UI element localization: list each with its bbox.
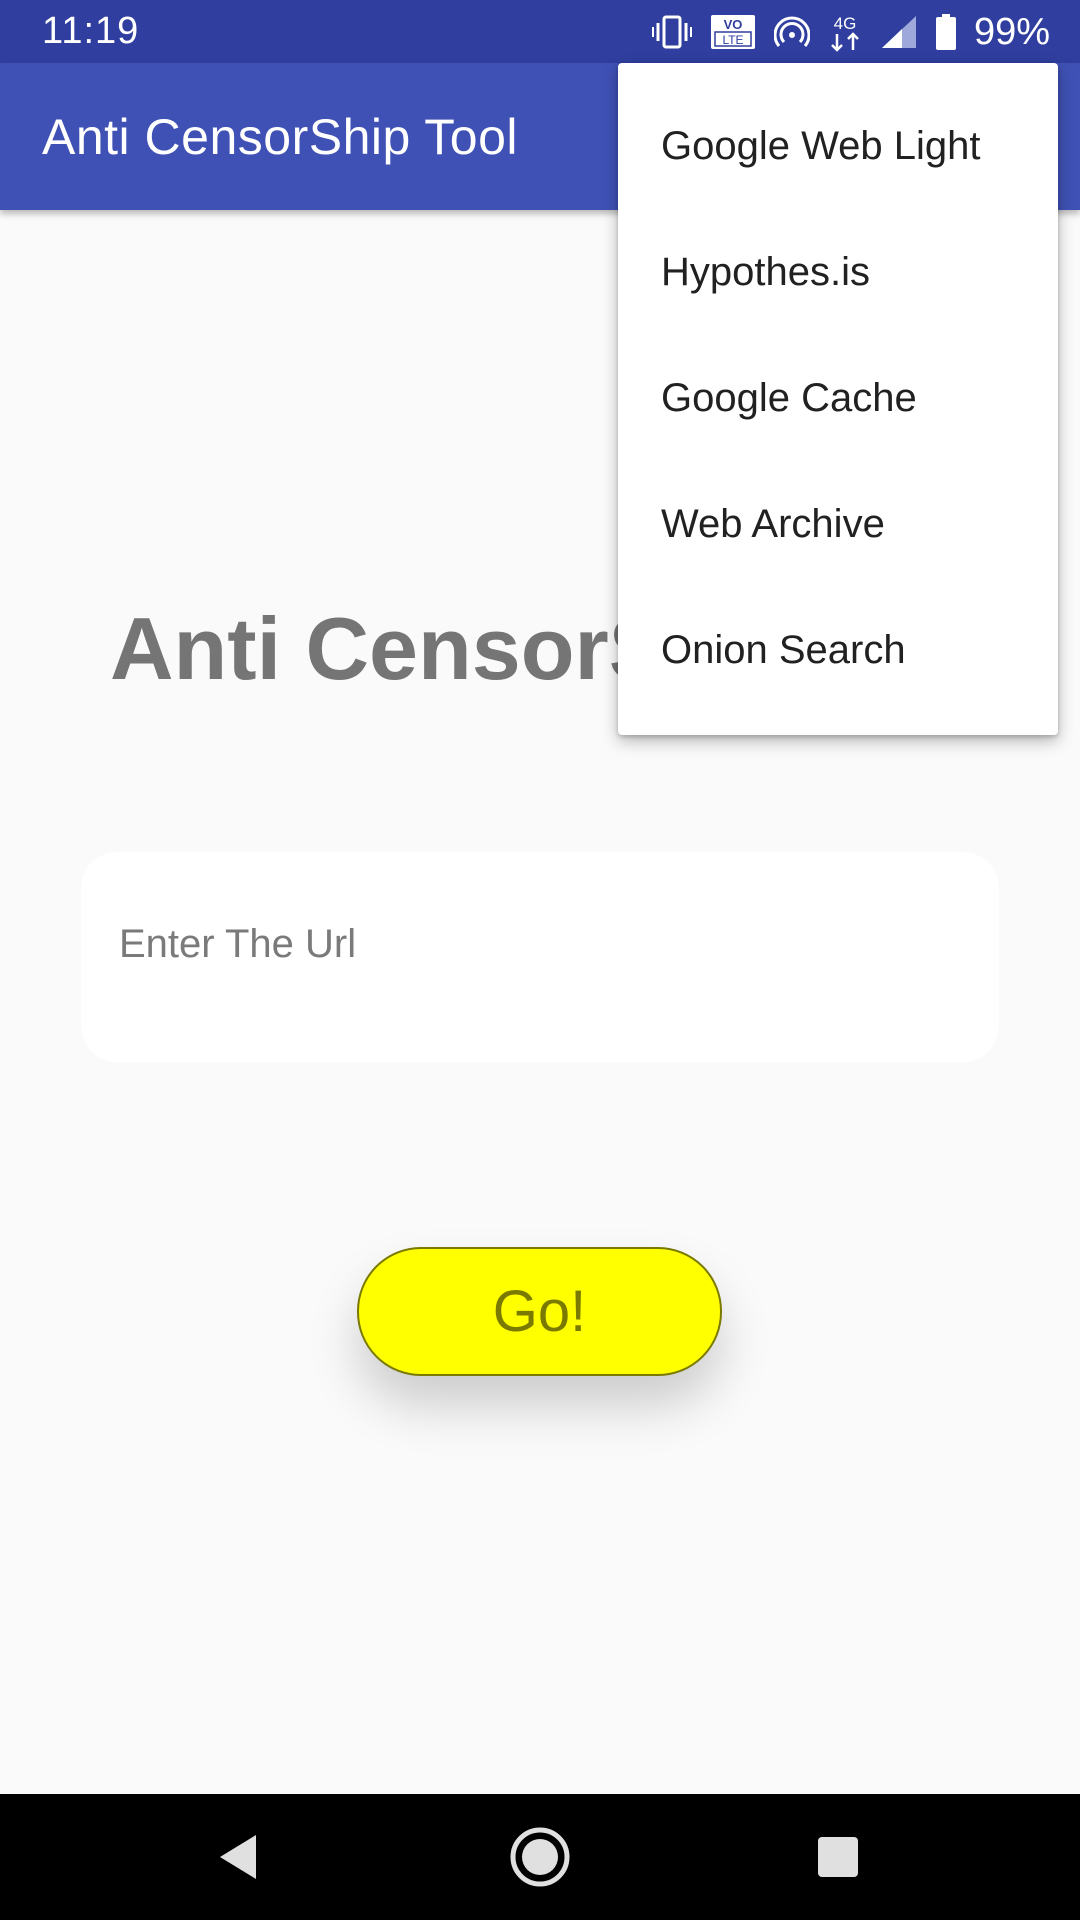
recents-button[interactable] bbox=[778, 1794, 898, 1920]
overflow-menu: Google Web Light Hypothes.is Google Cach… bbox=[618, 63, 1058, 735]
vibrate-icon bbox=[651, 15, 692, 49]
network-4g-icon: 4G bbox=[828, 12, 862, 52]
svg-text:VO: VO bbox=[724, 17, 743, 32]
home-icon bbox=[510, 1827, 570, 1887]
svg-text:LTE: LTE bbox=[722, 33, 743, 47]
signal-icon bbox=[880, 14, 918, 50]
status-bar: 11:19 VO LTE 4G 99% bbox=[0, 0, 1080, 63]
go-button-label: Go! bbox=[492, 1279, 587, 1344]
hotspot-icon bbox=[773, 15, 810, 49]
menu-item-google-cache[interactable]: Google Cache bbox=[618, 335, 1058, 461]
menu-item-hypothesis[interactable]: Hypothes.is bbox=[618, 209, 1058, 335]
battery-icon bbox=[935, 14, 956, 50]
go-button[interactable]: Go! bbox=[357, 1247, 722, 1376]
menu-item-google-web-light[interactable]: Google Web Light bbox=[618, 83, 1058, 209]
url-input-card bbox=[81, 852, 999, 1062]
menu-item-onion-search[interactable]: Onion Search bbox=[618, 587, 1058, 713]
menu-item-web-archive[interactable]: Web Archive bbox=[618, 461, 1058, 587]
navigation-bar bbox=[0, 1794, 1080, 1920]
status-icons: VO LTE 4G 99% bbox=[651, 8, 1050, 56]
svg-text:4G: 4G bbox=[834, 14, 857, 33]
back-button[interactable] bbox=[178, 1794, 298, 1920]
status-time: 11:19 bbox=[42, 10, 140, 52]
battery-percentage: 99% bbox=[973, 10, 1050, 53]
url-input[interactable] bbox=[119, 922, 959, 967]
volte-icon: VO LTE bbox=[710, 14, 756, 50]
app-title: Anti CensorShip Tool bbox=[42, 109, 519, 165]
recents-icon bbox=[818, 1837, 858, 1877]
back-icon bbox=[220, 1835, 256, 1879]
screen: 11:19 VO LTE 4G 99% Anti CensorShip Tool… bbox=[0, 0, 1080, 1920]
home-button[interactable] bbox=[480, 1794, 600, 1920]
